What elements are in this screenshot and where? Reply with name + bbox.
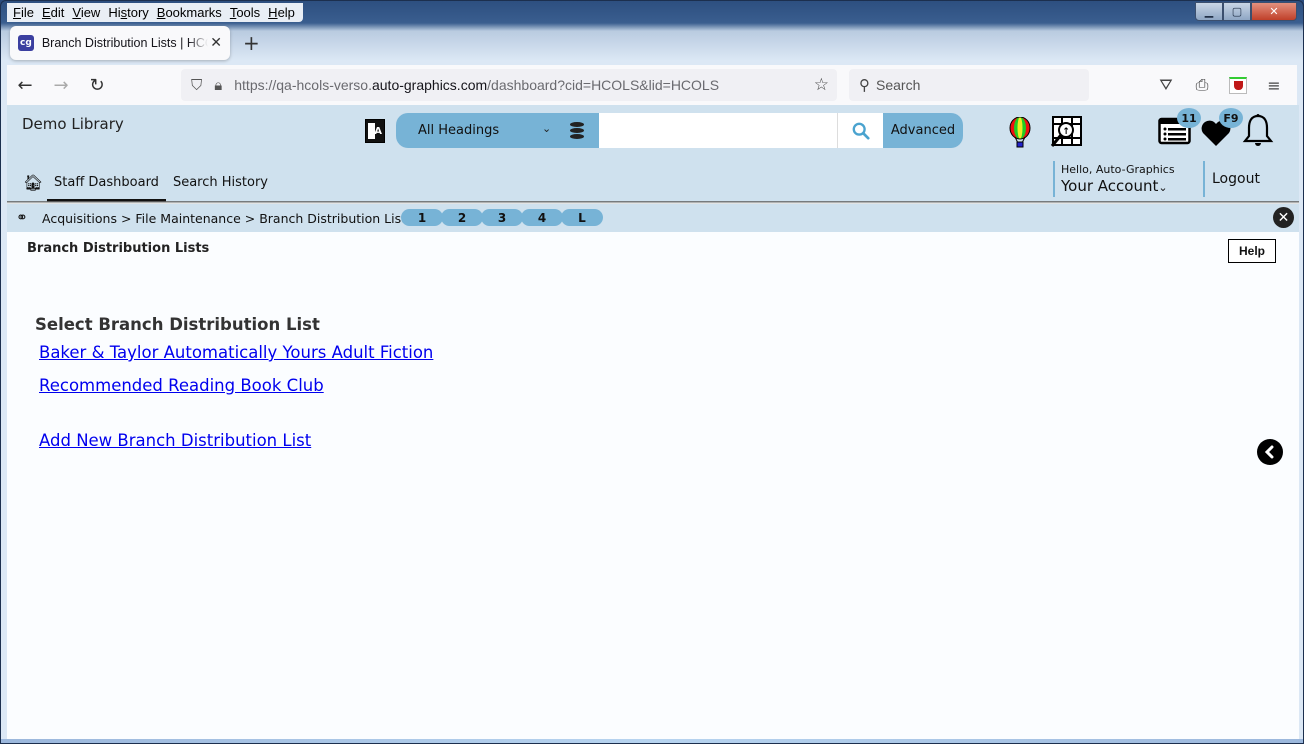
search-button[interactable] [837, 113, 883, 148]
maximize-button[interactable]: ▢ [1223, 2, 1251, 21]
window-close-button[interactable]: ✕ [1251, 2, 1297, 21]
mcafee-extension-icon[interactable] [1229, 76, 1247, 94]
tab-close-icon[interactable]: ✕ [210, 35, 222, 51]
menu-tools[interactable]: Tools [226, 5, 264, 20]
greeting-text: Hello, Auto-Graphics [1061, 163, 1175, 176]
search-group: All Headings ⌄ Advanced [396, 113, 963, 148]
search-scope-value: All Headings [418, 123, 500, 138]
hot-air-balloon-icon[interactable] [1009, 117, 1031, 149]
link-icon: ⚭ [16, 210, 28, 226]
your-account-dropdown[interactable]: Your Account⌄ [1061, 177, 1175, 195]
search-input[interactable] [599, 113, 837, 148]
search-icon [852, 122, 870, 140]
nav-staff-dashboard[interactable]: Staff Dashboard [47, 162, 166, 202]
distribution-list-link[interactable]: Baker & Taylor Automatically Yours Adult… [39, 343, 433, 362]
logout-link[interactable]: Logout [1203, 161, 1260, 197]
scan-search-icon[interactable]: ↑ [1049, 115, 1083, 149]
page-viewport: Demo Library A All Headings ⌄ Advanced ↑… [7, 105, 1299, 739]
distribution-list-link[interactable]: Recommended Reading Book Club [39, 376, 324, 395]
account-menu[interactable]: Hello, Auto-Graphics Your Account⌄ [1053, 161, 1175, 197]
back-button[interactable]: ← [7, 75, 43, 96]
page-shortcut-last[interactable]: L [561, 209, 603, 226]
favicon-icon: cg [18, 35, 34, 51]
browser-search-box[interactable]: ⚲ Search [849, 69, 1089, 101]
bookmark-star-icon[interactable]: ☆ [814, 75, 829, 95]
app-menu-icon[interactable]: ≡ [1265, 76, 1283, 95]
lock-icon[interactable]: 🔒︎ [214, 76, 222, 94]
svg-text:↑: ↑ [1062, 127, 1070, 137]
chevron-down-icon: ⌄ [1158, 181, 1168, 194]
reload-button[interactable]: ↻ [79, 75, 115, 96]
translate-icon[interactable]: A [365, 119, 385, 143]
page-title: Branch Distribution Lists [27, 241, 210, 256]
search-icon: ⚲ [859, 76, 870, 94]
url-text[interactable]: https://qa-hcols-verso.auto-graphics.com… [234, 77, 719, 93]
menu-edit[interactable]: Edit [38, 5, 68, 20]
chevron-down-icon: ⌄ [542, 122, 552, 135]
menu-view[interactable]: View [68, 5, 104, 20]
chevron-left-icon [1264, 445, 1274, 459]
add-new-list-link[interactable]: Add New Branch Distribution List [39, 431, 311, 450]
library-name: Demo Library [22, 115, 124, 133]
address-bar[interactable]: ⛉ 🔒︎ https://qa-hcols-verso.auto-graphic… [181, 69, 837, 101]
page-shortcut-4[interactable]: 4 [521, 209, 563, 226]
window-controls: ▁ ▢ ✕ [1195, 2, 1297, 21]
menu-bar: File Edit View History Bookmarks Tools H… [7, 3, 303, 22]
tab-title: Branch Distribution Lists | HCOLS [41, 36, 208, 50]
browser-tab-active[interactable]: cg Branch Distribution Lists | HCOLS ✕ [10, 26, 230, 60]
side-panel-toggle[interactable] [1257, 439, 1283, 465]
shield-icon[interactable]: ⛉ [191, 76, 202, 94]
nav-search-history[interactable]: Search History [166, 162, 275, 202]
menu-bookmarks[interactable]: Bookmarks [153, 5, 226, 20]
section-heading: Select Branch Distribution List [35, 315, 320, 334]
pocket-icon[interactable]: ⛛ [1157, 75, 1175, 95]
page-shortcut-1[interactable]: 1 [401, 209, 443, 226]
forward-button[interactable]: → [43, 75, 79, 96]
browser-toolbar: ← → ↻ ⛉ 🔒︎ https://qa-hcols-verso.auto-g… [7, 65, 1297, 105]
home-icon[interactable]: 🏠︎ [23, 173, 43, 192]
browser-window: File Edit View History Bookmarks Tools H… [0, 0, 1304, 744]
page-shortcuts: 1 2 3 4 L [401, 209, 603, 226]
breadcrumb: Acquisitions > File Maintenance > Branch… [42, 211, 413, 226]
page-shortcut-2[interactable]: 2 [441, 209, 483, 226]
tab-bar: cg Branch Distribution Lists | HCOLS ✕ + [7, 25, 1297, 63]
database-icon[interactable] [570, 122, 584, 139]
page-shortcut-3[interactable]: 3 [481, 209, 523, 226]
window-bottom-border [1, 739, 1303, 743]
close-page-icon[interactable]: ✕ [1273, 207, 1294, 228]
app-header: Demo Library A All Headings ⌄ Advanced ↑… [7, 105, 1299, 202]
menu-file[interactable]: File [9, 5, 38, 20]
toolbar-icons: ⛛ ⎙ ≡ [1157, 75, 1283, 95]
breadcrumb-bar: ⚭ Acquisitions > File Maintenance > Bran… [7, 204, 1299, 232]
search-placeholder: Search [876, 77, 921, 93]
menu-history[interactable]: History [104, 5, 152, 20]
menu-help[interactable]: Help [264, 5, 299, 20]
print-icon[interactable]: ⎙ [1193, 75, 1211, 95]
list-count-badge: 11 [1177, 108, 1201, 128]
help-button[interactable]: Help [1228, 239, 1276, 263]
search-scope-select[interactable]: All Headings ⌄ [396, 113, 599, 148]
new-tab-button[interactable]: + [243, 33, 260, 53]
minimize-button[interactable]: ▁ [1195, 2, 1223, 21]
bell-icon[interactable] [1242, 113, 1274, 149]
main-nav: 🏠︎ Staff Dashboard Search History [7, 162, 275, 202]
advanced-search-button[interactable]: Advanced [883, 113, 963, 148]
favorites-badge: F9 [1219, 108, 1243, 128]
